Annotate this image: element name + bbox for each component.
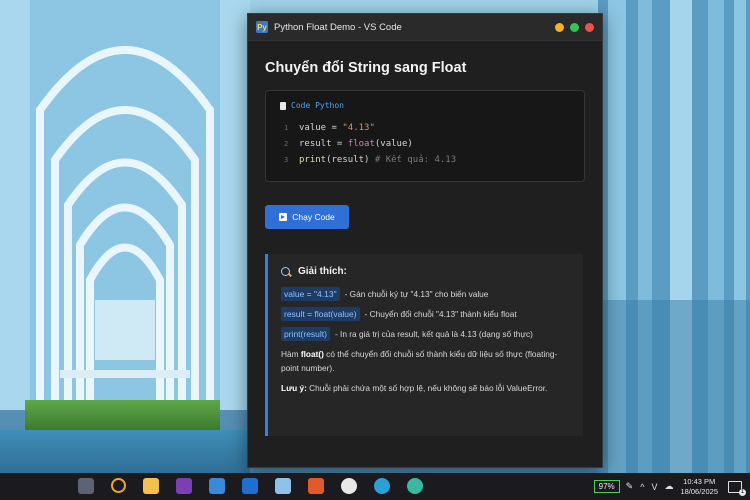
- notepad-icon[interactable]: [275, 478, 291, 494]
- clock[interactable]: 10:43 PM 18/06/2025: [680, 477, 718, 497]
- system-tray: 97% ✎ ^ V ☁ 10:43 PM 18/06/2025 1: [593, 473, 746, 500]
- explanation-panel: Giải thích: value = "4.13" - Gán chuỗi k…: [265, 254, 583, 436]
- code-chip: value = "4.13": [281, 287, 340, 301]
- grass-strip: [25, 400, 220, 430]
- clock-time: 10:43 PM: [683, 476, 716, 486]
- page-heading: Chuyển đổi String sang Float: [265, 60, 467, 76]
- maximize-button[interactable]: [570, 22, 579, 32]
- explanation-title: Giải thích:: [281, 266, 583, 277]
- photos-icon[interactable]: [209, 478, 225, 494]
- explanation-text: - In ra giá trị của result, kết quả là 4…: [334, 329, 533, 339]
- explanation-row: print(result) - In ra giá trị của result…: [281, 327, 583, 341]
- notification-icon[interactable]: 1: [728, 480, 746, 496]
- bridge-pillars-image: [598, 0, 750, 473]
- main-content: Chuyển đổi String sang Float Code Python…: [248, 60, 602, 182]
- onenote-icon[interactable]: [176, 478, 192, 494]
- run-code-button[interactable]: Chạy Code: [265, 205, 349, 229]
- window-titlebar[interactable]: Py Python Float Demo - VS Code: [248, 14, 602, 41]
- bridge-arches-image: [0, 0, 250, 410]
- clock-date: 18/06/2025: [680, 486, 718, 496]
- code-line-3: 3 print(result) # Kết quả: 4.13: [284, 155, 457, 165]
- slides-icon[interactable]: [308, 478, 324, 494]
- code-label-text: Code Python: [291, 101, 344, 110]
- play-icon: [279, 213, 288, 221]
- edge-icon[interactable]: [374, 478, 390, 494]
- code-label: Code Python: [280, 101, 344, 110]
- python-app-icon: Py: [256, 21, 268, 33]
- pen-icon[interactable]: ✎: [626, 481, 634, 492]
- explanation-text: - Gán chuỗi ký tự "4.13" cho biến value: [344, 289, 489, 299]
- edge-beta-icon[interactable]: [407, 478, 423, 494]
- chrome-icon[interactable]: [341, 478, 357, 494]
- code-chip: result = float(value): [281, 307, 360, 321]
- explanation-row: value = "4.13" - Gán chuỗi ký tự "4.13" …: [281, 287, 583, 301]
- minimize-button[interactable]: [555, 22, 564, 32]
- magnifier-icon: [281, 267, 290, 276]
- code-block: Code Python 1 value = "4.13" 2 result = fl…: [265, 90, 585, 182]
- notification-count: 1: [739, 488, 746, 496]
- outlook-icon[interactable]: [242, 478, 258, 494]
- close-button[interactable]: [585, 22, 594, 32]
- chevron-up-icon[interactable]: ^: [640, 482, 644, 492]
- explanation-title-text: Giải thích:: [298, 266, 347, 277]
- battery-indicator[interactable]: 97%: [593, 480, 620, 493]
- float-description: Hàm float() có thể chuyển đổi chuỗi số t…: [281, 349, 558, 373]
- water-reflection: [0, 430, 250, 473]
- explanation-text: - Chuyển đổi chuỗi "4.13" thành kiểu flo…: [364, 309, 517, 319]
- file-explorer-icon[interactable]: [143, 478, 159, 494]
- run-code-label: Chạy Code: [292, 212, 335, 222]
- vscode-window: Py Python Float Demo - VS Code Chuyển đổ…: [247, 13, 603, 468]
- document-icon: [280, 101, 286, 110]
- taskbar-pinned-apps: [78, 478, 440, 494]
- code-chip: print(result): [281, 327, 330, 341]
- taskbar: 97% ✎ ^ V ☁ 10:43 PM 18/06/2025 1: [0, 473, 750, 500]
- code-line-2: 2 result = float(value): [284, 139, 413, 149]
- explanation-row: result = float(value) - Chuyển đổi chuỗi…: [281, 307, 583, 321]
- window-title: Python Float Demo - VS Code: [274, 21, 402, 33]
- warning-note: Lưu ý: Chuỗi phải chứa một số hợp lệ, nế…: [281, 383, 548, 393]
- language-icon[interactable]: V: [651, 482, 657, 492]
- cloud-icon[interactable]: ☁: [664, 481, 673, 492]
- code-line-1: 1 value = "4.13": [284, 123, 375, 133]
- calculator-icon[interactable]: [78, 478, 94, 494]
- search-icon[interactable]: [111, 478, 126, 493]
